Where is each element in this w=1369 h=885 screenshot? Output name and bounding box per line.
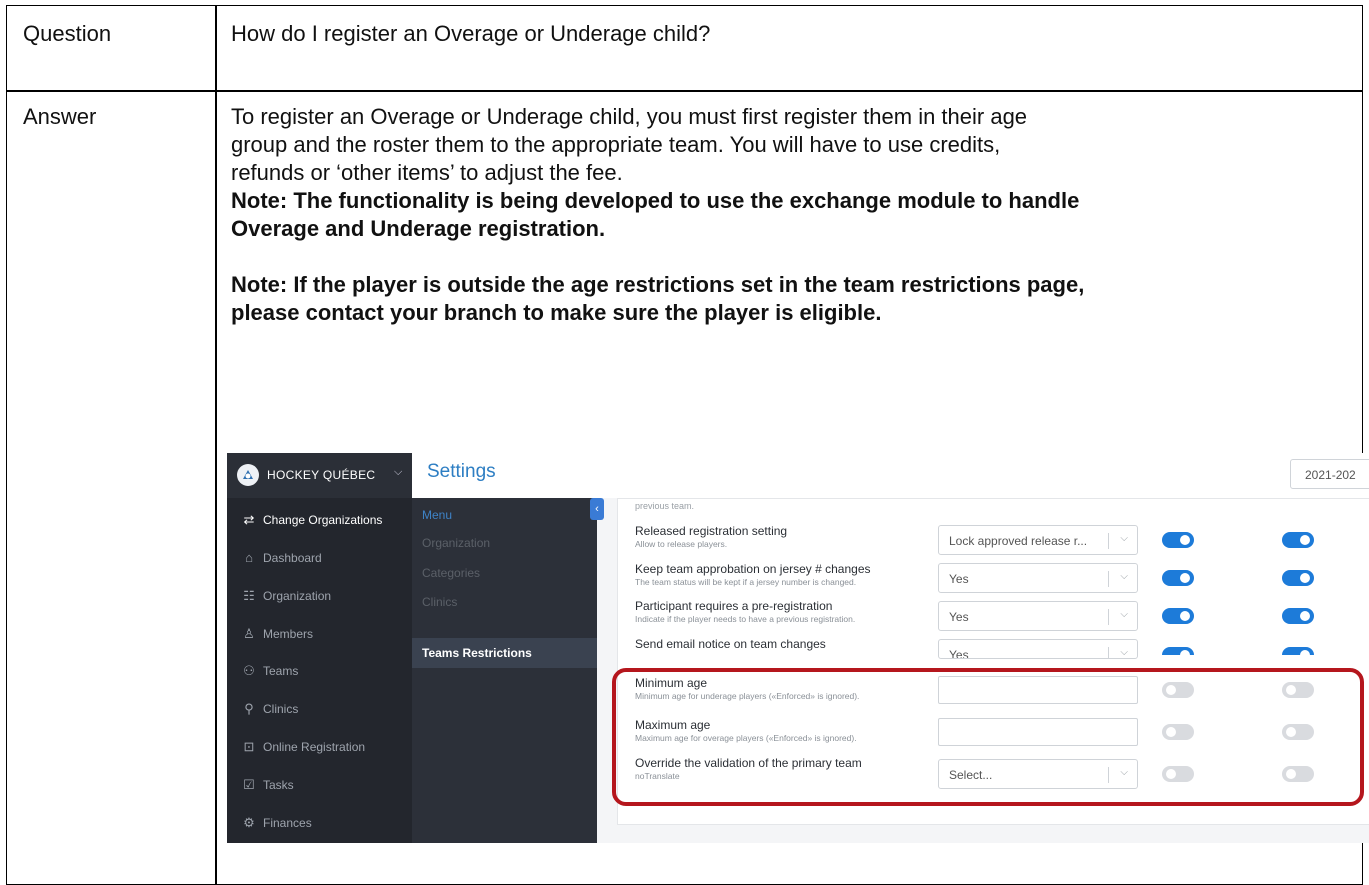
chevron-down-icon: ⌵ <box>1120 609 1128 620</box>
submenu-item-organization[interactable]: Organization <box>422 536 490 550</box>
person-icon: ♙ <box>243 626 255 641</box>
toggle-override[interactable] <box>1282 532 1314 548</box>
note-line: Note: The functionality is being develop… <box>231 188 1080 213</box>
keep-team-approbation-select[interactable]: Yes ⌵ <box>938 563 1138 593</box>
sidebar-item-teams[interactable]: ⚇ Teams <box>241 660 298 682</box>
settings-submenu: Menu ‹ Organization Categories Clinics T… <box>412 498 604 843</box>
note-line: please contact your branch to make sure … <box>231 300 882 325</box>
chevron-down-icon: ⌵ <box>394 466 403 478</box>
home-icon: ⌂ <box>245 550 253 565</box>
chevron-down-icon: ⌵ <box>1120 571 1128 582</box>
column-divider <box>215 6 217 884</box>
swap-arrows-icon: ⇄ <box>243 512 255 527</box>
sidebar-item-clinics[interactable]: ⚲ Clinics <box>241 698 298 720</box>
org-logo-icon <box>237 464 259 486</box>
submenu-item-teams-restrictions[interactable]: Teams Restrictions <box>412 638 597 668</box>
previous-team-text: previous team. <box>635 501 695 511</box>
submenu-header: Menu <box>422 508 453 522</box>
submenu-item-categories[interactable]: Categories <box>422 566 480 580</box>
setting-email-notice: Send email notice on team changes <box>635 637 826 651</box>
sidebar-item-tasks[interactable]: ☑ Tasks <box>241 774 294 796</box>
register-icon: ⊡ <box>243 739 255 754</box>
sidebar-item-online-registration[interactable]: ⊡ Online Registration <box>241 736 366 758</box>
highlight-box <box>612 668 1364 806</box>
released-registration-select[interactable]: Lock approved release r... ⌵ <box>938 525 1138 555</box>
season-select[interactable]: 2021-202 <box>1290 459 1369 489</box>
answer-line: refunds or ‘other items’ to adjust the f… <box>231 160 623 185</box>
finance-icon: ⚙ <box>243 815 255 830</box>
sidebar-item-members[interactable]: ♙ Members <box>241 623 313 645</box>
toggle-enforced[interactable] <box>1162 608 1194 624</box>
sidebar-item-organization[interactable]: ☷ Organization <box>241 585 331 607</box>
row-divider <box>7 90 1362 92</box>
toggle-override[interactable] <box>1282 647 1314 660</box>
setting-keep-team-approbation: Keep team approbation on jersey # change… <box>635 562 871 587</box>
answer-body: To register an Overage or Underage child… <box>231 103 1341 327</box>
sidebar-item-dashboard[interactable]: ⌂ Dashboard <box>241 547 322 569</box>
toggle-override[interactable] <box>1282 570 1314 586</box>
page-title: Settings <box>427 461 496 482</box>
collapse-icon[interactable]: ‹ <box>590 498 604 520</box>
setting-pre-registration: Participant requires a pre-registration … <box>635 599 856 624</box>
answer-label: Answer <box>23 104 97 129</box>
submenu-item-clinics[interactable]: Clinics <box>422 595 457 609</box>
note-line: Note: If the player is outside the age r… <box>231 272 1085 297</box>
answer-line: To register an Overage or Underage child… <box>231 104 1028 129</box>
org-chart-icon: ☷ <box>243 588 255 603</box>
setting-released-registration: Released registration setting Allow to r… <box>635 524 788 549</box>
chevron-down-icon: ⌵ <box>1120 647 1128 658</box>
toggle-enforced[interactable] <box>1162 647 1194 660</box>
org-name: HOCKEY QUÉBEC <box>267 468 376 482</box>
note-line: Overage and Underage registration. <box>231 216 606 241</box>
answer-line: group and the roster them to the appropr… <box>231 132 1001 157</box>
toggle-enforced[interactable] <box>1162 570 1194 586</box>
question-label: Question <box>23 21 112 46</box>
tasks-icon: ☑ <box>243 777 255 792</box>
sidebar: ⇄ Change Organizations ⌂ Dashboard ☷ Organi… <box>227 498 412 843</box>
ribbon-icon: ⚲ <box>244 701 254 716</box>
toggle-override[interactable] <box>1282 608 1314 624</box>
toggle-enforced[interactable] <box>1162 532 1194 548</box>
org-switcher[interactable]: HOCKEY QUÉBEC ⌵ <box>227 453 412 498</box>
people-icon: ⚇ <box>243 663 255 678</box>
sidebar-item-finances[interactable]: ⚙ Finances <box>241 812 312 834</box>
chevron-down-icon: ⌵ <box>1120 533 1128 544</box>
pre-registration-select[interactable]: Yes ⌵ <box>938 601 1138 631</box>
sidebar-item-change-organizations[interactable]: ⇄ Change Organizations <box>241 509 383 531</box>
question-text: How do I register an Overage or Underage… <box>231 21 711 46</box>
email-notice-select[interactable]: Yes ⌵ <box>938 639 1138 659</box>
